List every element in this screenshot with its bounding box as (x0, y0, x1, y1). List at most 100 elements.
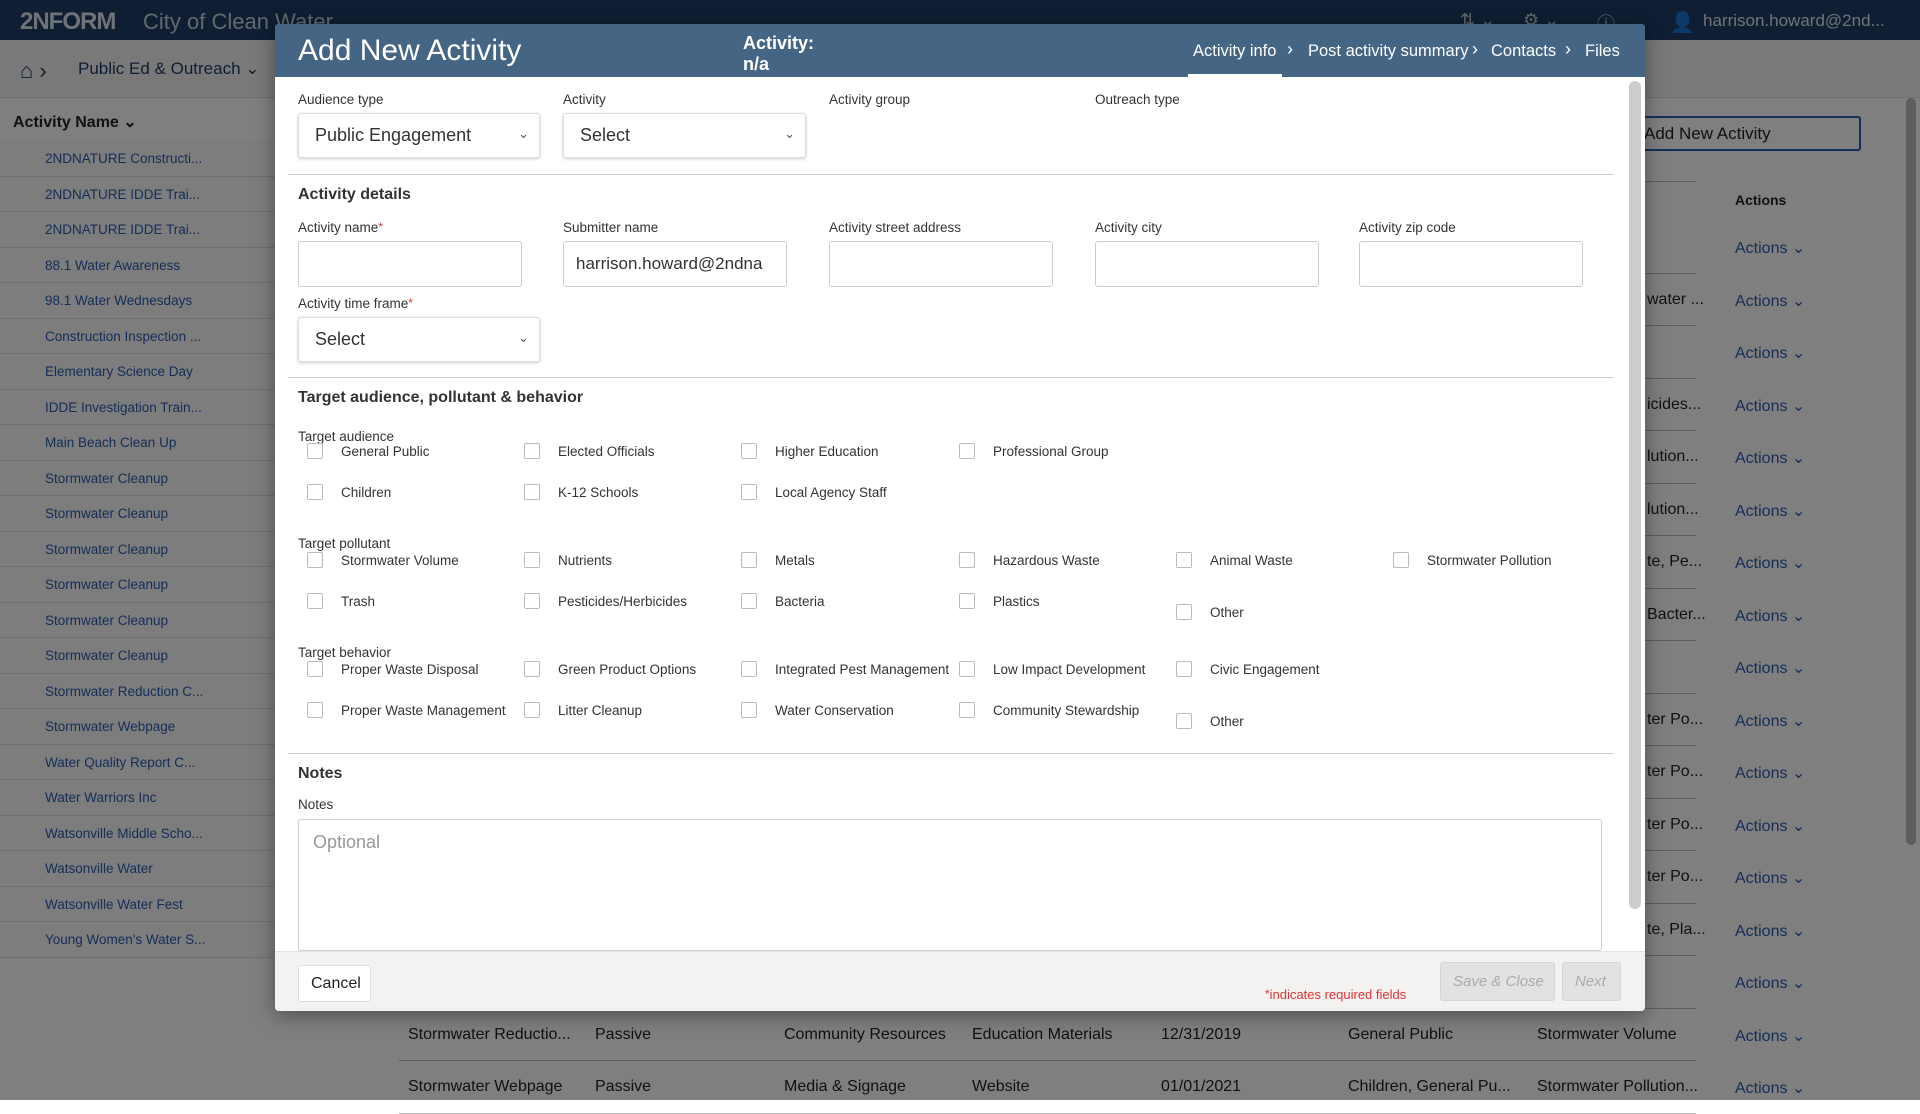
checkbox-pesticides-herbicides[interactable]: Pesticides/Herbicides (524, 593, 687, 609)
add-activity-modal: Add New Activity Activity: n/a Activity i… (275, 24, 1645, 1011)
zip-code-input[interactable] (1359, 241, 1583, 287)
checkbox-box[interactable] (741, 702, 757, 718)
checkbox-box[interactable] (1176, 552, 1192, 568)
checkbox-box[interactable] (959, 661, 975, 677)
checkbox-box[interactable] (307, 552, 323, 568)
checkbox-label: Animal Waste (1210, 552, 1293, 568)
street-address-label: Activity street address (829, 220, 962, 235)
cancel-button[interactable]: Cancel (298, 965, 371, 1002)
checkbox-other[interactable]: Other (1176, 713, 1244, 729)
checkbox-green-product-options[interactable]: Green Product Options (524, 661, 696, 677)
checkbox-k-12-schools[interactable]: K-12 Schools (524, 484, 638, 500)
submitter-name-input[interactable]: harrison.howard@2ndna (563, 241, 787, 287)
checkbox-box[interactable] (307, 702, 323, 718)
checkbox-trash[interactable]: Trash (307, 593, 375, 609)
checkbox-box[interactable] (741, 484, 757, 500)
checkbox-label: Water Conservation (775, 702, 894, 718)
checkbox-box[interactable] (524, 484, 540, 500)
checkbox-plastics[interactable]: Plastics (959, 593, 1040, 609)
checkbox-professional-group[interactable]: Professional Group (959, 443, 1109, 459)
checkbox-box[interactable] (741, 443, 757, 459)
activity-details-heading: Activity details (298, 186, 411, 203)
checkbox-box[interactable] (524, 443, 540, 459)
notes-heading: Notes (298, 765, 343, 782)
checkbox-other[interactable]: Other (1176, 604, 1244, 620)
checkbox-litter-cleanup[interactable]: Litter Cleanup (524, 702, 642, 718)
checkbox-label: Trash (341, 593, 376, 609)
street-address-input[interactable] (829, 241, 1053, 287)
checkbox-box[interactable] (741, 552, 757, 568)
checkbox-low-impact-development[interactable]: Low Impact Development (959, 661, 1145, 677)
city-input[interactable] (1095, 241, 1319, 287)
checkbox-box[interactable] (741, 661, 757, 677)
checkbox-elected-officials[interactable]: Elected Officials (524, 443, 655, 459)
next-button[interactable]: Next (1562, 962, 1621, 1001)
divider (288, 174, 1614, 175)
checkbox-label: Other (1210, 604, 1244, 620)
checkbox-box[interactable] (1176, 713, 1192, 729)
notes-textarea[interactable]: Optional (298, 819, 1602, 951)
checkbox-box[interactable] (741, 593, 757, 609)
chevron-right-icon: › (1287, 39, 1293, 59)
step-post-activity-summary[interactable]: Post activity summary (1308, 42, 1468, 61)
checkbox-civic-engagement[interactable]: Civic Engagement (1176, 661, 1320, 677)
checkbox-box[interactable] (1393, 552, 1409, 568)
checkbox-box[interactable] (959, 593, 975, 609)
checkbox-stormwater-volume[interactable]: Stormwater Volume (307, 552, 459, 568)
step-files[interactable]: Files (1585, 42, 1620, 61)
checkbox-integrated-pest-management[interactable]: Integrated Pest Management (741, 661, 949, 677)
checkbox-water-conservation[interactable]: Water Conservation (741, 702, 894, 718)
checkbox-box[interactable] (307, 443, 323, 459)
select-value: Select (580, 125, 631, 145)
checkbox-proper-waste-management[interactable]: Proper Waste Management (307, 702, 506, 718)
checkbox-metals[interactable]: Metals (741, 552, 815, 568)
modal-scrollbar[interactable] (1629, 81, 1641, 909)
chevron-down-icon: ⌄ (518, 126, 529, 141)
checkbox-box[interactable] (524, 593, 540, 609)
checkbox-box[interactable] (1176, 661, 1192, 677)
activity-label: Activity: (743, 33, 815, 53)
checkbox-box[interactable] (959, 443, 975, 459)
checkbox-community-stewardship[interactable]: Community Stewardship (959, 702, 1139, 718)
step-activity-info[interactable]: Activity info (1193, 42, 1276, 61)
required-mark: * (408, 296, 413, 310)
checkbox-box[interactable] (307, 661, 323, 677)
checkbox-label: Hazardous Waste (993, 552, 1100, 568)
audience-type-select[interactable]: Public Engagement ⌄ (298, 113, 540, 158)
checkbox-box[interactable] (524, 661, 540, 677)
checkbox-children[interactable]: Children (307, 484, 391, 500)
checkbox-label: General Public (341, 443, 430, 459)
activity-select[interactable]: Select ⌄ (563, 113, 806, 158)
zip-code-label: Activity zip code (1359, 220, 1456, 235)
step-contacts[interactable]: Contacts (1491, 42, 1556, 61)
checkbox-label: Stormwater Pollution (1427, 552, 1552, 568)
checkbox-label: Other (1210, 713, 1244, 729)
checkbox-box[interactable] (307, 484, 323, 500)
checkbox-label: K-12 Schools (558, 484, 639, 500)
checkbox-higher-education[interactable]: Higher Education (741, 443, 879, 459)
checkbox-stormwater-pollution[interactable]: Stormwater Pollution (1393, 552, 1552, 568)
checkbox-hazardous-waste[interactable]: Hazardous Waste (959, 552, 1100, 568)
checkbox-general-public[interactable]: General Public (307, 443, 430, 459)
checkbox-proper-waste-disposal[interactable]: Proper Waste Disposal (307, 661, 479, 677)
checkbox-box[interactable] (1176, 604, 1192, 620)
modal-footer: Cancel *indicates required fields Save &… (275, 951, 1645, 1011)
save-close-button[interactable]: Save & Close (1440, 962, 1555, 1001)
checkbox-box[interactable] (524, 702, 540, 718)
checkbox-box[interactable] (959, 702, 975, 718)
activity-name-input[interactable] (298, 241, 522, 287)
select-value: Public Engagement (315, 125, 472, 145)
checkbox-box[interactable] (307, 593, 323, 609)
checkbox-nutrients[interactable]: Nutrients (524, 552, 612, 568)
checkbox-label: Nutrients (558, 552, 613, 568)
checkbox-box[interactable] (959, 552, 975, 568)
checkbox-label: Proper Waste Management (341, 702, 506, 718)
checkbox-bacteria[interactable]: Bacteria (741, 593, 825, 609)
checkbox-animal-waste[interactable]: Animal Waste (1176, 552, 1293, 568)
chevron-right-icon: › (1472, 39, 1478, 59)
checkbox-local-agency-staff[interactable]: Local Agency Staff (741, 484, 887, 500)
time-frame-select[interactable]: Select ⌄ (298, 317, 540, 362)
checkbox-box[interactable] (524, 552, 540, 568)
activity-name-label: Activity name* (298, 220, 383, 235)
modal-title: Add New Activity (298, 34, 522, 67)
